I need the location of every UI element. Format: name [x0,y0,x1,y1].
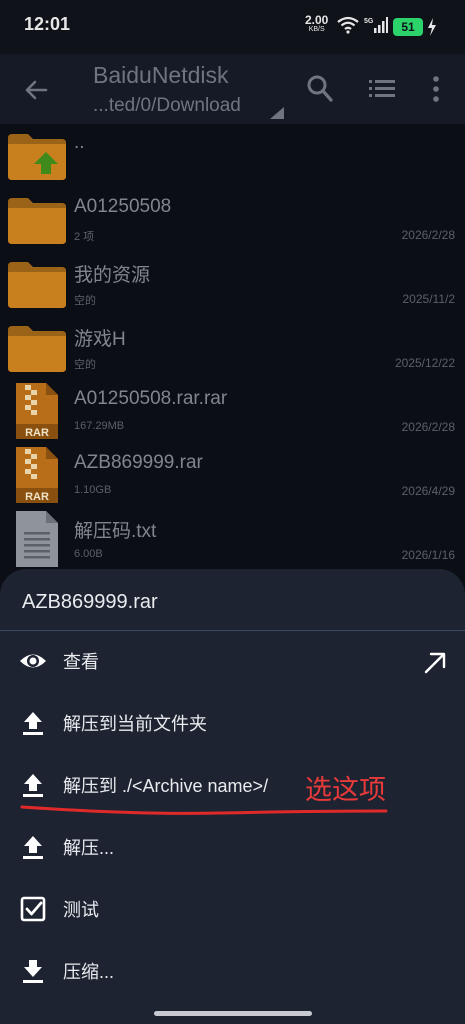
home-indicator[interactable] [154,1011,312,1016]
file-meta: 1.10GB [74,484,112,496]
checkbox-icon [20,896,46,922]
file-name: 游戏H [74,329,126,350]
menu-item-extract-dialog[interactable]: 解压... [0,821,465,877]
upload-icon [23,712,43,735]
text-file-icon [16,511,58,567]
network-speed-unit: KB/S [308,26,325,33]
file-meta: 空的 [74,295,96,307]
rar-label: RAR [25,427,49,439]
charging-icon [428,18,436,36]
divider [0,630,465,631]
file-meta: 6.00B [74,548,103,560]
more-vert-icon[interactable] [428,74,444,104]
folder-icon [8,198,66,244]
file-name: AZB869999.rar [74,452,203,473]
sheet-title: AZB869999.rar [22,591,158,613]
app-bar: BaiduNetdisk ...ted/0/Download [0,54,465,124]
file-date: 2025/12/22 [394,356,455,370]
rar-label: RAR [25,491,49,503]
network-type-label: 5G [364,18,374,25]
menu-item-label: 查看 [63,652,99,672]
annotation-underline [20,805,388,815]
rar-archive-icon: RAR [16,447,58,503]
wifi-icon [337,16,359,34]
file-name: 解压码.txt [74,521,157,542]
file-date: 2026/4/29 [401,484,455,498]
path-selector[interactable]: ...ted/0/Download [93,95,241,117]
dropdown-triangle-icon[interactable] [270,107,284,119]
menu-item-label: 解压到 ./<Archive name>/ [63,776,269,796]
open-external-arrow-icon[interactable] [422,650,448,676]
status-bar: 12:01 2.00 KB/S 5G 51 [0,0,465,54]
file-date: 2025/11/2 [402,292,456,306]
list-view-icon[interactable] [368,76,396,102]
file-name: .. [74,132,85,153]
file-row[interactable]: A01250508 2 项 2026/2/28 [0,190,465,253]
file-row[interactable]: RAR A01250508.rar.rar 167.29MB 2026/2/28 [0,382,465,445]
file-date: 2026/2/28 [401,420,455,434]
folder-up-icon [8,134,66,180]
file-row-parent[interactable]: .. [0,126,465,189]
file-meta: 167.29MB [74,420,125,432]
app-title: BaiduNetdisk [93,62,229,88]
eye-icon [20,654,46,668]
file-date: 2026/1/16 [401,548,455,562]
file-row[interactable]: 游戏H 空的 2025/12/22 [0,318,465,381]
folder-icon [8,326,66,372]
menu-item-compress[interactable]: 压缩... [0,945,465,1001]
action-bottom-sheet: AZB869999.rar 查看 解压到当前文件夹 解压到 ./<Archive… [0,569,465,1024]
file-name: 我的资源 [74,265,151,286]
upload-icon [23,774,43,797]
file-name: A01250508.rar.rar [74,388,228,409]
rar-archive-icon: RAR [16,383,58,439]
cell-signal-icon: 5G [364,17,388,33]
search-icon[interactable] [306,74,334,104]
file-row[interactable]: 我的资源 空的 2025/11/2 [0,254,465,317]
menu-item-label: 解压到当前文件夹 [63,714,207,734]
file-row[interactable]: 解压码.txt 6.00B 2026/1/16 [0,510,465,573]
folder-icon [8,262,66,308]
menu-item-extract-here[interactable]: 解压到当前文件夹 [0,697,465,753]
download-icon [23,960,43,983]
menu-item-view[interactable]: 查看 [0,635,465,691]
file-row[interactable]: RAR AZB869999.rar 1.10GB 2026/4/29 [0,446,465,509]
file-meta: 2 项 [74,231,95,243]
menu-item-test[interactable]: 测试 [0,883,465,939]
menu-item-label: 测试 [63,900,99,920]
file-name: A01250508 [74,196,172,217]
upload-icon [23,836,43,859]
network-speed: 2.00 KB/S [305,13,329,34]
back-arrow-icon[interactable] [20,74,52,106]
network-speed-value: 2.00 [305,13,329,27]
file-meta: 空的 [74,359,96,371]
menu-item-label: 压缩... [63,962,115,982]
file-date: 2026/2/28 [401,228,455,242]
battery-indicator: 51 [393,18,423,36]
menu-item-label: 解压... [63,838,115,858]
status-time: 12:01 [24,14,71,34]
